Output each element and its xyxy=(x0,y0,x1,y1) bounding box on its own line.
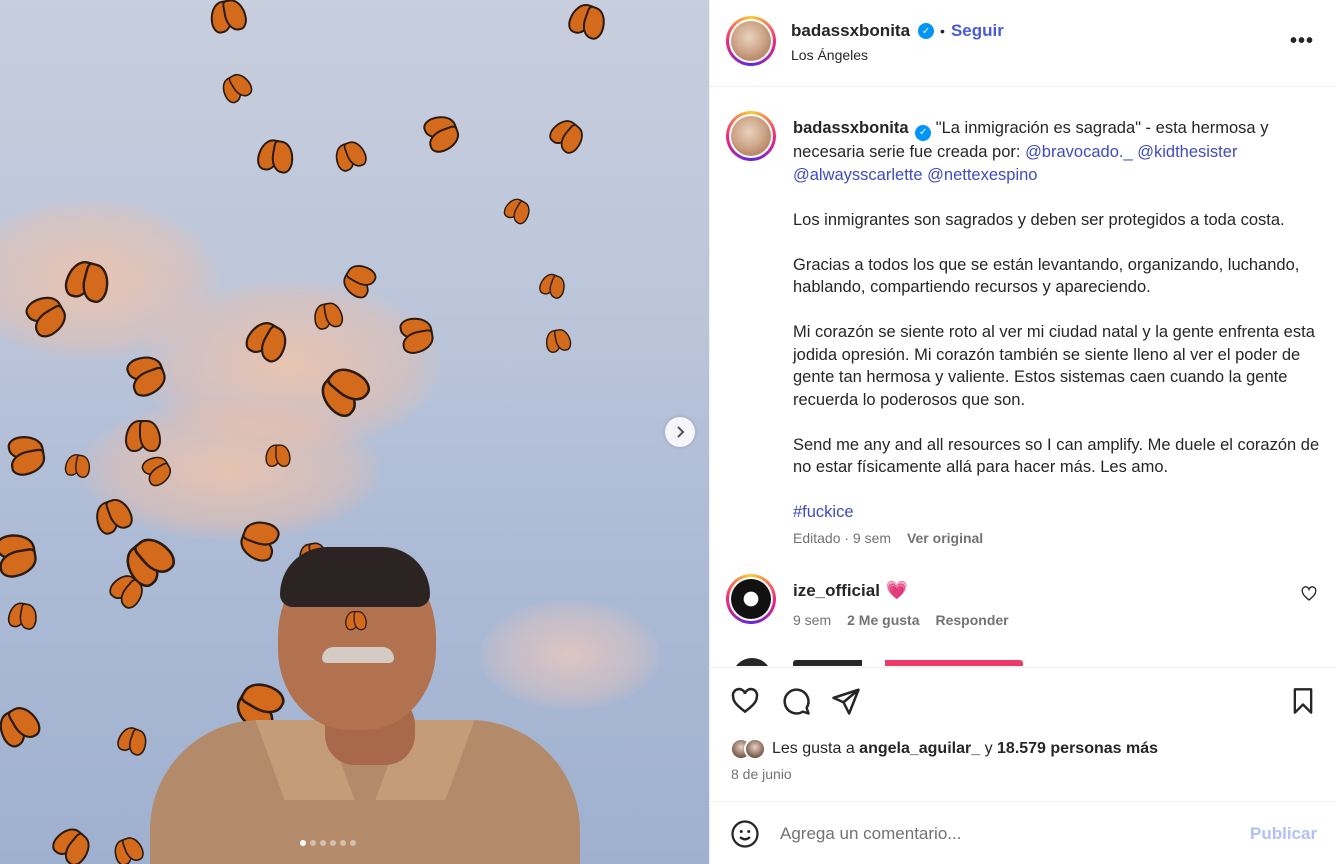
butterfly xyxy=(208,0,249,33)
butterfly xyxy=(7,601,40,630)
liker-avatar xyxy=(744,738,766,760)
more-options-icon[interactable]: ••• xyxy=(1290,30,1314,53)
bookmark-icon[interactable] xyxy=(1286,684,1320,718)
comments-scroll-area[interactable]: badassxbonita ✓ "La inmigración es sagra… xyxy=(710,88,1336,666)
butterfly xyxy=(110,834,145,864)
post-side-panel: badassxbonita ✓ • Seguir Los Ángeles •••… xyxy=(709,0,1336,864)
butterfly xyxy=(331,138,368,172)
next-comment-preview xyxy=(793,660,1023,666)
post-actions: Les gusta a angela_aguilar_ y 18.579 per… xyxy=(710,667,1336,801)
carousel-dot-active xyxy=(300,840,306,846)
butterfly xyxy=(125,420,161,452)
edited-label: Editado · 9 sem xyxy=(793,530,892,546)
comment-icon[interactable] xyxy=(779,684,813,718)
post-date[interactable]: 8 de junio xyxy=(731,766,792,782)
butterfly xyxy=(502,195,534,226)
likes-summary: Les gusta a angela_aguilar_ y 18.579 per… xyxy=(730,738,1158,760)
emoji-smile-icon[interactable] xyxy=(730,819,760,849)
mention-link[interactable]: @bravocado._ xyxy=(1025,143,1133,161)
comment-input[interactable] xyxy=(780,820,1240,848)
follow-button[interactable]: Seguir xyxy=(951,21,1004,41)
carousel-dots xyxy=(300,840,356,846)
next-comment-avatar xyxy=(732,658,772,666)
add-comment-bar: Publicar xyxy=(710,801,1336,864)
verified-badge-icon: ✓ xyxy=(915,125,932,142)
butterfly xyxy=(0,531,39,580)
comment-meta: 9 sem 2 Me gusta Responder xyxy=(793,612,1009,628)
post-caption: badassxbonita ✓ "La inmigración es sagra… xyxy=(793,117,1323,546)
caption-paragraph: Mi corazón se siente roto al ver mi ciud… xyxy=(793,323,1315,409)
reply-button[interactable]: Responder xyxy=(935,612,1008,628)
butterfly xyxy=(312,301,345,330)
carousel-dot xyxy=(310,840,316,846)
mention-link[interactable]: @alwaysscarlette xyxy=(793,166,923,184)
mustache xyxy=(322,647,394,663)
heart-icon[interactable] xyxy=(728,684,762,718)
butterfly xyxy=(547,114,589,156)
butterfly xyxy=(218,69,255,104)
send-icon[interactable] xyxy=(829,684,863,718)
butterfly xyxy=(256,137,297,173)
carousel-dot xyxy=(320,840,326,846)
butterfly xyxy=(538,271,569,299)
butterfly xyxy=(423,111,464,155)
likes-mid: y xyxy=(980,740,998,757)
publish-button[interactable]: Publicar xyxy=(1250,824,1317,844)
location-link[interactable]: Los Ángeles xyxy=(791,47,868,63)
header-name-row: badassxbonita ✓ • Seguir xyxy=(791,21,1004,41)
likes-prefix: Les gusta a xyxy=(772,740,860,757)
butterfly xyxy=(8,433,47,478)
butterfly xyxy=(0,701,43,749)
butterfly-on-nose xyxy=(345,611,367,631)
separator: • xyxy=(940,23,945,39)
butterfly xyxy=(544,327,572,352)
comment-avatar[interactable] xyxy=(726,574,776,624)
mention-link[interactable]: @nettexespino xyxy=(927,166,1037,184)
butterfly xyxy=(50,822,97,864)
hair xyxy=(280,547,430,607)
post-header: badassxbonita ✓ • Seguir Los Ángeles ••• xyxy=(710,0,1336,87)
comment-time: 9 sem xyxy=(793,612,832,628)
heart-outline-icon[interactable] xyxy=(1301,586,1317,607)
butterfly xyxy=(265,444,291,467)
comment-likes-button[interactable]: 2 Me gusta xyxy=(847,612,919,628)
butterfly xyxy=(566,0,610,40)
pink-heart-emoji: 💗 xyxy=(885,580,909,600)
carousel-dot xyxy=(330,840,336,846)
caption-meta: Editado · 9 sem Ver original xyxy=(793,530,983,546)
hashtag-link[interactable]: #fuckice xyxy=(793,503,854,521)
verified-badge-icon: ✓ xyxy=(918,23,935,39)
elderly-man xyxy=(150,545,580,864)
caption-paragraph: Send me any and all resources so I can a… xyxy=(793,435,1320,477)
comment-username-link[interactable]: ize_official xyxy=(793,581,880,600)
chevron-right-icon[interactable] xyxy=(665,417,695,447)
see-original-button[interactable]: Ver original xyxy=(907,530,983,546)
caption-paragraph: Los inmigrantes son sagrados y deben ser… xyxy=(793,210,1285,229)
butterfly xyxy=(400,315,436,356)
avatar[interactable] xyxy=(726,16,776,66)
caption-paragraph: Gracias a todos los que se están levanta… xyxy=(793,255,1300,297)
butterfly xyxy=(115,724,150,756)
carousel-dot xyxy=(350,840,356,846)
likes-count-button[interactable]: 18.579 personas más xyxy=(997,740,1158,757)
carousel-dot xyxy=(340,840,346,846)
comment-item: ize_official 💗 9 sem 2 Me gusta Responder xyxy=(710,572,1336,642)
mention-link[interactable]: @kidthesister xyxy=(1137,143,1237,161)
post-media[interactable] xyxy=(0,0,709,864)
liker-username-link[interactable]: angela_aguilar_ xyxy=(859,740,980,757)
caption-username-link[interactable]: badassxbonita xyxy=(793,119,909,137)
caption-avatar[interactable] xyxy=(726,111,776,161)
username-link[interactable]: badassxbonita xyxy=(791,21,910,41)
butterfly xyxy=(64,452,92,477)
